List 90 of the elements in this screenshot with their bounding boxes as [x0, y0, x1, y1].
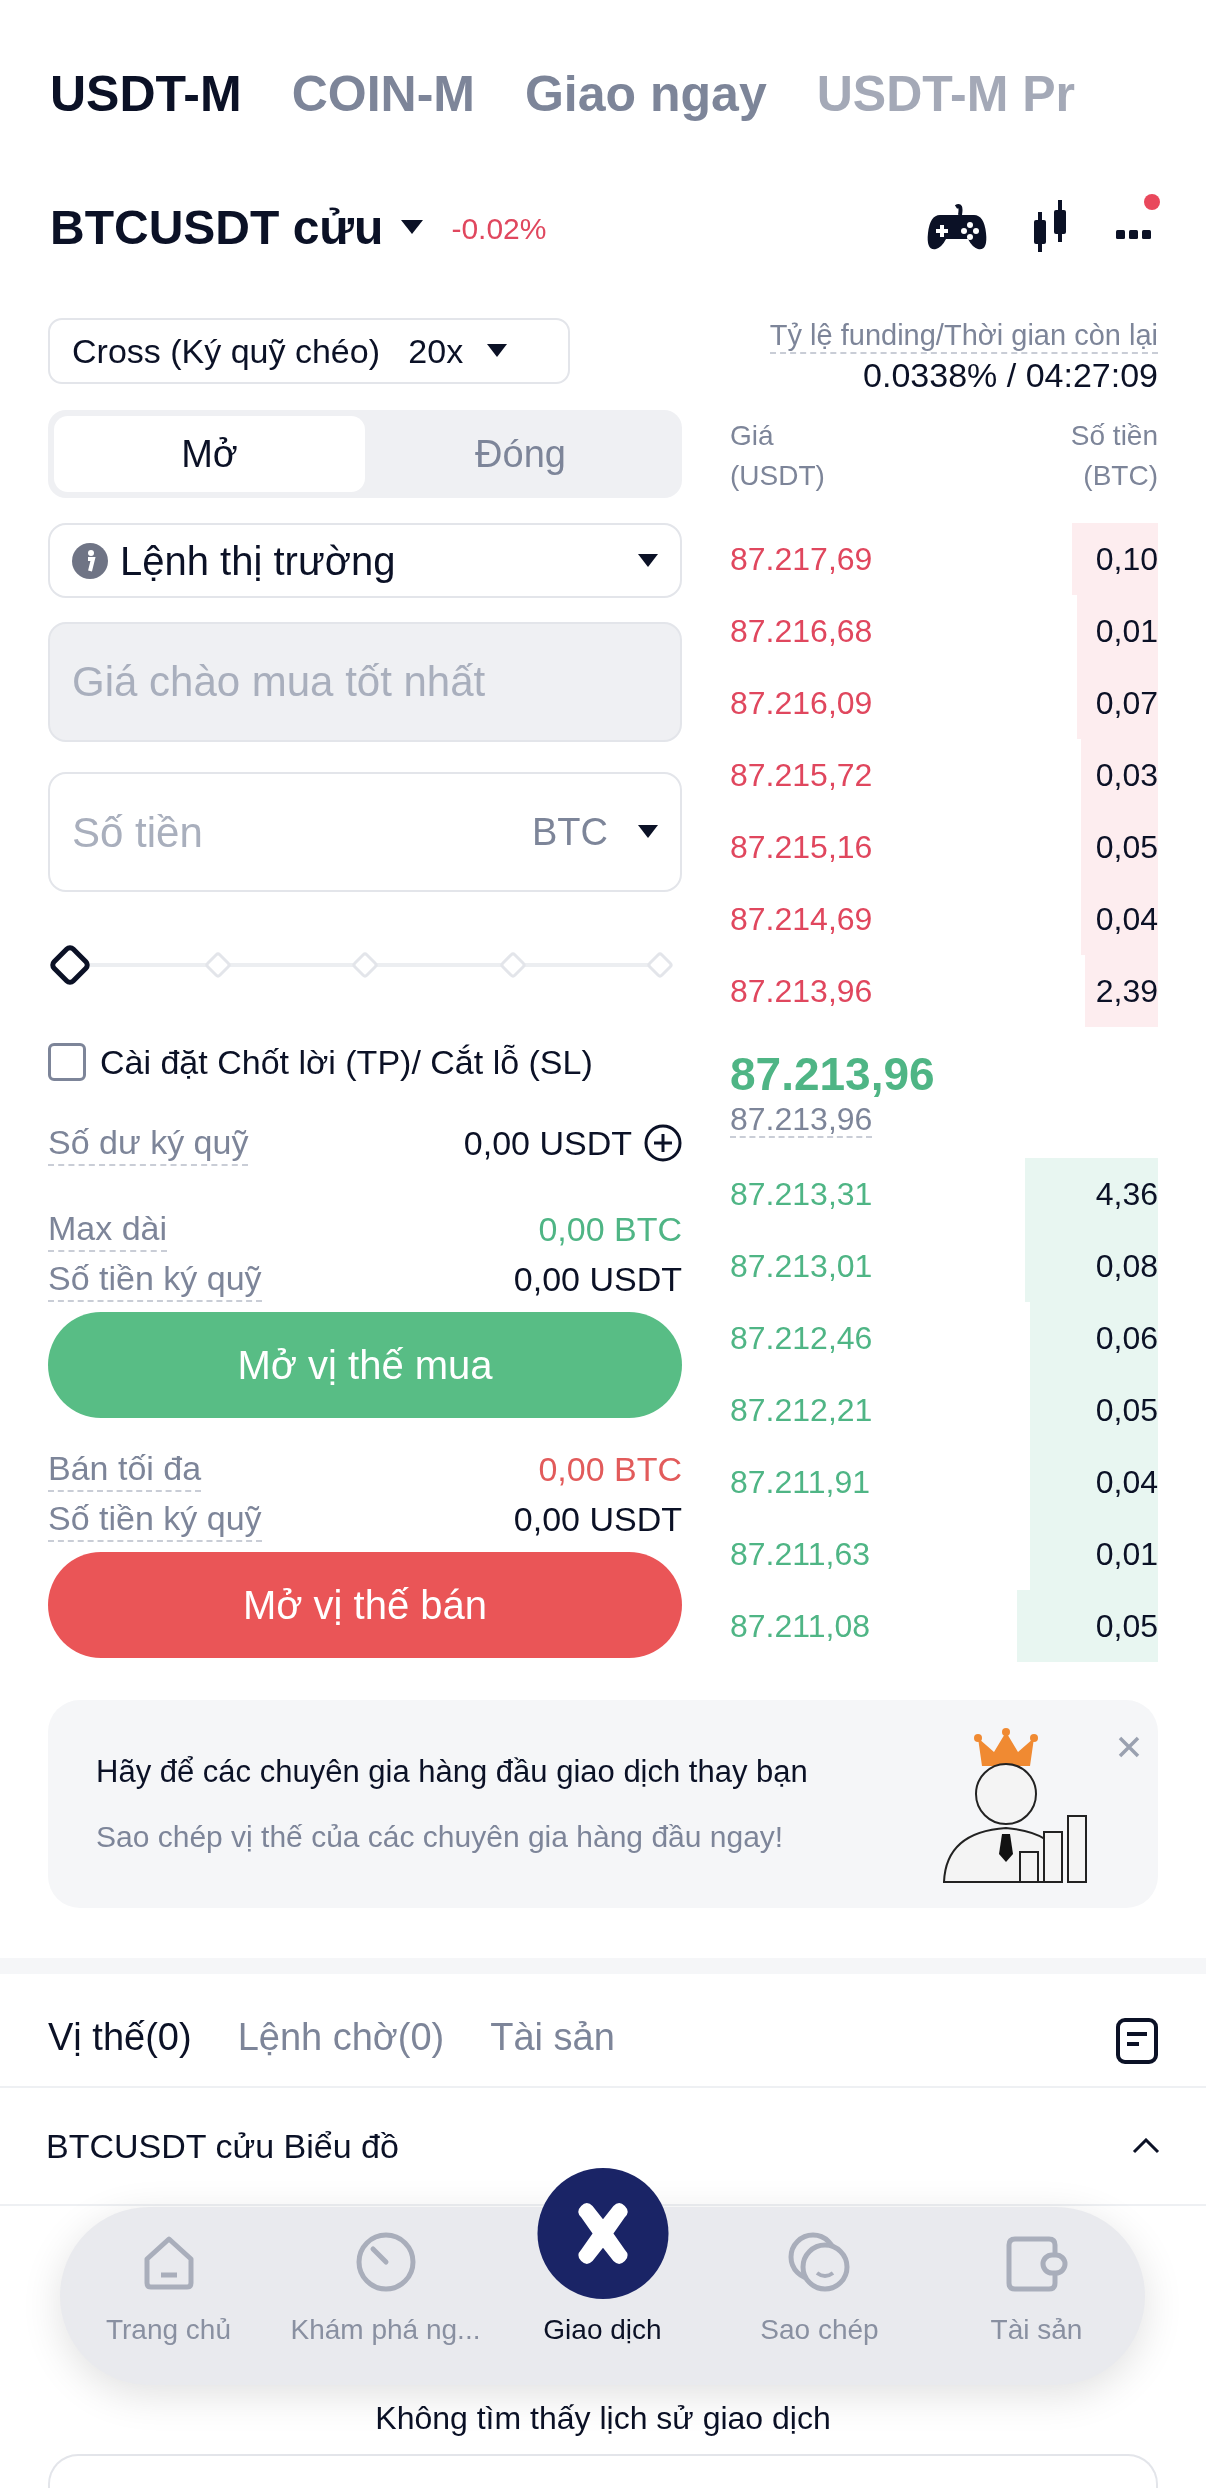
caret-icon — [487, 344, 508, 358]
position-tab[interactable]: Tài sản — [490, 2009, 615, 2066]
position-tab[interactable]: Vị thế(0) — [48, 2009, 192, 2066]
order-amount: 0,08 — [1095, 1247, 1158, 1286]
market-tab[interactable]: Giao ngay — [524, 58, 767, 130]
field-label: Bán tối đa — [48, 1446, 202, 1492]
caret-icon — [638, 825, 658, 839]
chevron-up-icon[interactable] — [1132, 2138, 1160, 2154]
order-amount: 0,04 — [1095, 900, 1158, 939]
tp-sl-label: Cài đặt Chốt lời (TP)/ Cắt lỗ (SL) — [100, 1041, 593, 1083]
order-price[interactable]: 87.215,72 — [730, 751, 873, 799]
nav-label: Trang chủ — [106, 2313, 231, 2347]
order-price[interactable]: 87.211,08 — [730, 1602, 870, 1650]
order-amount: 0,05 — [1095, 1607, 1158, 1646]
market-tab[interactable]: COIN-M — [291, 58, 475, 130]
column-unit: (USDT) — [730, 459, 825, 493]
order-price[interactable]: 87.211,63 — [730, 1530, 870, 1578]
order-amount: 2,39 — [1095, 972, 1158, 1011]
field-label: Số tiền ký quỹ — [48, 1496, 262, 1542]
order-type-dropdown[interactable]: Lệnh thị trường — [48, 523, 682, 598]
checkbox[interactable] — [48, 1043, 86, 1081]
buy-button[interactable]: Mở vị thế mua — [48, 1312, 682, 1418]
field-value: 0,00 USDT — [463, 1122, 632, 1164]
nav-label: Sao chép — [760, 2313, 879, 2347]
field-value: 0,00 BTC — [538, 1448, 682, 1490]
info-icon — [72, 542, 108, 579]
column-header: Giá — [730, 419, 775, 453]
order-amount: 0,05 — [1095, 828, 1158, 867]
order-amount: 0,04 — [1095, 1463, 1158, 1502]
order-amount: 0,06 — [1095, 1319, 1158, 1358]
nav-item[interactable]: Trang chủ — [60, 2207, 277, 2385]
order-amount: 0,07 — [1095, 684, 1158, 723]
order-price[interactable]: 87.212,46 — [730, 1314, 873, 1362]
gauge-icon — [354, 2231, 417, 2293]
nav-label: Giao dịch — [543, 2313, 662, 2347]
banner-title: Hãy để các chuyên gia hàng đầu giao dịch thay bạn — [96, 1753, 808, 1792]
side-tab[interactable]: Mở — [54, 416, 365, 492]
unit-selector[interactable]: BTC — [532, 803, 608, 861]
nav-item[interactable]: Khám phá ng... — [277, 2207, 494, 2385]
field-label: Max dài — [48, 1206, 168, 1252]
order-type-label: Lệnh thị trường — [120, 537, 397, 585]
nav-label: Tài sản — [990, 2313, 1083, 2347]
amount-field[interactable]: Số tiền BTC — [48, 772, 682, 892]
document-icon[interactable] — [1116, 2018, 1158, 2064]
price-change: -0.02% — [451, 210, 547, 247]
order-amount: 0,05 — [1095, 1391, 1158, 1430]
more-icon[interactable] — [1116, 230, 1152, 240]
order-price[interactable]: 87.216,09 — [730, 679, 873, 727]
plus-circle-icon[interactable] — [644, 1124, 682, 1162]
order-price[interactable]: 87.215,16 — [730, 823, 873, 871]
field-label: Số dư ký quỹ — [48, 1120, 249, 1166]
sell-button[interactable]: Mở vị thế bán — [48, 1552, 682, 1658]
mark-price[interactable]: 87.213,96 — [730, 1102, 873, 1138]
field-value: 0,00 BTC — [538, 1208, 682, 1250]
side-tab[interactable]: Đóng — [365, 416, 676, 492]
empty-message: Không tìm thấy lịch sử giao dịch — [374, 2399, 832, 2438]
order-amount: 4,36 — [1095, 1175, 1158, 1214]
caret-icon[interactable] — [401, 220, 424, 236]
nav-item[interactable]: Tài sản — [928, 2207, 1145, 2385]
field-value: 0,00 USDT — [513, 1258, 682, 1300]
order-price[interactable]: 87.213,96 — [730, 967, 873, 1015]
wallet-icon — [1004, 2235, 1069, 2293]
banner-subtitle: Sao chép vị thế của các chuyên gia hàng đầu ngay! — [96, 1818, 785, 1855]
column-unit: (BTC) — [1083, 459, 1158, 493]
order-amount: 0,01 — [1095, 612, 1158, 651]
nav-item[interactable]: Sao chép — [711, 2207, 928, 2385]
order-price[interactable]: 87.217,69 — [730, 535, 873, 583]
market-tab[interactable]: USDT-M Pr — [816, 58, 1076, 130]
funding-label[interactable]: Tỷ lệ funding/Thời gian còn lại — [769, 318, 1158, 354]
field-label: Số tiền ký quỹ — [48, 1256, 262, 1302]
order-price[interactable]: 87.213,01 — [730, 1242, 873, 1290]
caret-icon — [638, 553, 658, 568]
order-price[interactable]: 87.216,68 — [730, 607, 873, 655]
margin-mode-dropdown[interactable]: Cross (Ký quỹ chéo) 20x — [48, 318, 570, 384]
order-price[interactable]: 87.213,31 — [730, 1170, 873, 1218]
order-price[interactable]: 87.211,91 — [730, 1458, 870, 1506]
market-tab[interactable]: USDT-M — [50, 58, 242, 130]
funding-value: 0.0338% / 04:27:09 — [862, 356, 1158, 394]
nav-label: Khám phá ng... — [290, 2313, 481, 2347]
field-value: 0,00 USDT — [513, 1498, 682, 1540]
order-amount: 0,01 — [1095, 1535, 1158, 1574]
order-price[interactable]: 87.214,69 — [730, 895, 873, 943]
promo-banner[interactable]: Hãy để các chuyên gia hàng đầu giao dịch thay bạn Sao chép vị thế của các chuyên gia hàng đầu ngay! — [48, 1700, 1158, 1908]
position-tab[interactable]: Lệnh chờ(0) — [237, 2009, 445, 2066]
symbol-name[interactable]: BTCUSDT cửu — [50, 192, 384, 264]
last-price: 87.213,96 — [730, 1047, 936, 1102]
order-amount: 0,03 — [1095, 756, 1158, 795]
order-price[interactable]: 87.212,21 — [730, 1386, 873, 1434]
column-header: Số tiền — [1070, 419, 1158, 453]
order-amount: 0,10 — [1095, 540, 1158, 579]
